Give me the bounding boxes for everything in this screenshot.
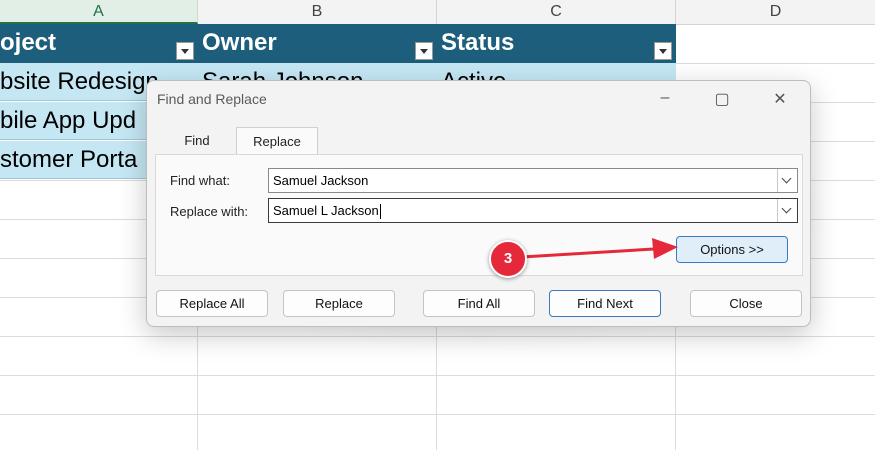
arrow-head-icon [652, 238, 678, 259]
annotation-arrow-line [521, 247, 655, 259]
step-badge: 3 [489, 240, 527, 278]
annotation-layer [521, 238, 678, 259]
